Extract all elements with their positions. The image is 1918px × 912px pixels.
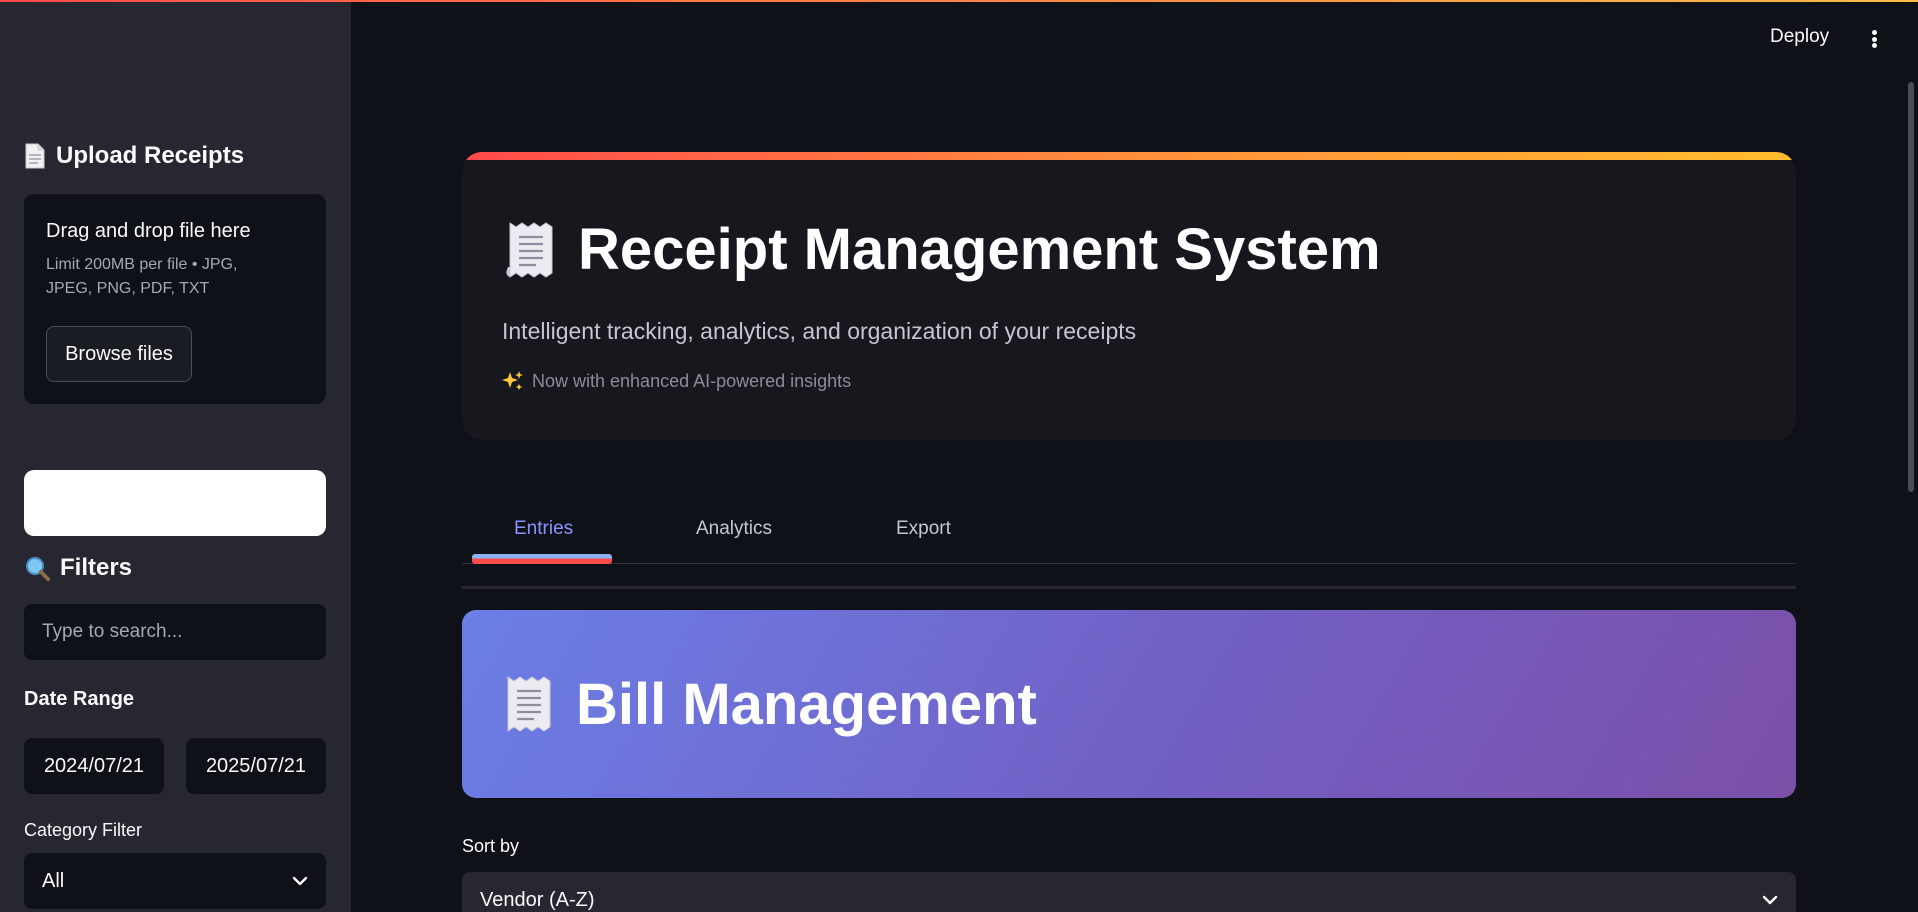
page-title: Receipt Management System bbox=[578, 217, 1381, 282]
hero-card: Receipt Management System Intelligent tr… bbox=[462, 152, 1796, 440]
hero-subtitle: Intelligent tracking, analytics, and org… bbox=[502, 318, 1137, 344]
category-select[interactable]: All bbox=[24, 853, 326, 909]
hero-title-row: Receipt Management System bbox=[506, 216, 1381, 283]
active-tab-indicator bbox=[472, 554, 612, 564]
browse-files-button[interactable]: Browse files bbox=[46, 326, 192, 382]
tab-export[interactable]: Export bbox=[896, 518, 951, 540]
upload-receipts-heading: Upload Receipts bbox=[24, 142, 244, 170]
sparkles-icon bbox=[502, 370, 524, 392]
deploy-button[interactable]: Deploy bbox=[1770, 26, 1829, 48]
dropzone-title: Drag and drop file here bbox=[46, 220, 251, 242]
hero-gradient-bar bbox=[462, 152, 1796, 160]
tab-entries[interactable]: Entries bbox=[514, 518, 573, 540]
receipt-icon bbox=[504, 675, 554, 733]
category-select-value: All bbox=[42, 869, 65, 892]
chevron-down-icon bbox=[1762, 895, 1778, 905]
page-icon bbox=[24, 143, 46, 169]
sidebar: Upload Receipts Drag and drop file here … bbox=[0, 0, 351, 912]
bill-management-banner: Bill Management bbox=[462, 610, 1796, 798]
sort-select[interactable]: Vendor (A-Z) bbox=[462, 872, 1796, 912]
upload-receipts-title: Upload Receipts bbox=[56, 142, 245, 169]
scrollbar[interactable] bbox=[1908, 82, 1914, 492]
filters-title: Filters bbox=[60, 554, 133, 581]
chevron-down-icon bbox=[292, 876, 308, 886]
tab-analytics[interactable]: Analytics bbox=[696, 518, 772, 540]
tab-bar: Entries Analytics Export bbox=[462, 510, 1796, 564]
filters-heading: Filters bbox=[24, 554, 132, 582]
date-range-label: Date Range bbox=[24, 688, 135, 710]
file-uploader-dropzone[interactable]: Drag and drop file here Limit 200MB per … bbox=[24, 194, 326, 404]
top-decoration-line bbox=[0, 0, 1918, 2]
main-menu-icon[interactable] bbox=[1866, 24, 1882, 54]
sort-by-label: Sort by bbox=[462, 836, 520, 856]
bill-management-title: Bill Management bbox=[576, 671, 1037, 737]
hero-note: Now with enhanced AI-powered insights bbox=[502, 370, 851, 392]
section-divider bbox=[462, 586, 1796, 589]
category-filter-label: Category Filter bbox=[24, 820, 143, 840]
blank-white-panel bbox=[24, 470, 326, 536]
date-start-input[interactable]: 2024/07/21 bbox=[24, 738, 164, 794]
date-end-input[interactable]: 2025/07/21 bbox=[186, 738, 326, 794]
hero-note-text: Now with enhanced AI-powered insights bbox=[532, 370, 852, 391]
receipt-icon bbox=[506, 221, 556, 279]
sort-select-value: Vendor (A-Z) bbox=[480, 888, 595, 911]
magnifying-glass-icon bbox=[24, 555, 50, 581]
dropzone-limit-text: Limit 200MB per file • JPG, JPEG, PNG, P… bbox=[46, 256, 238, 297]
search-input[interactable] bbox=[24, 604, 326, 660]
